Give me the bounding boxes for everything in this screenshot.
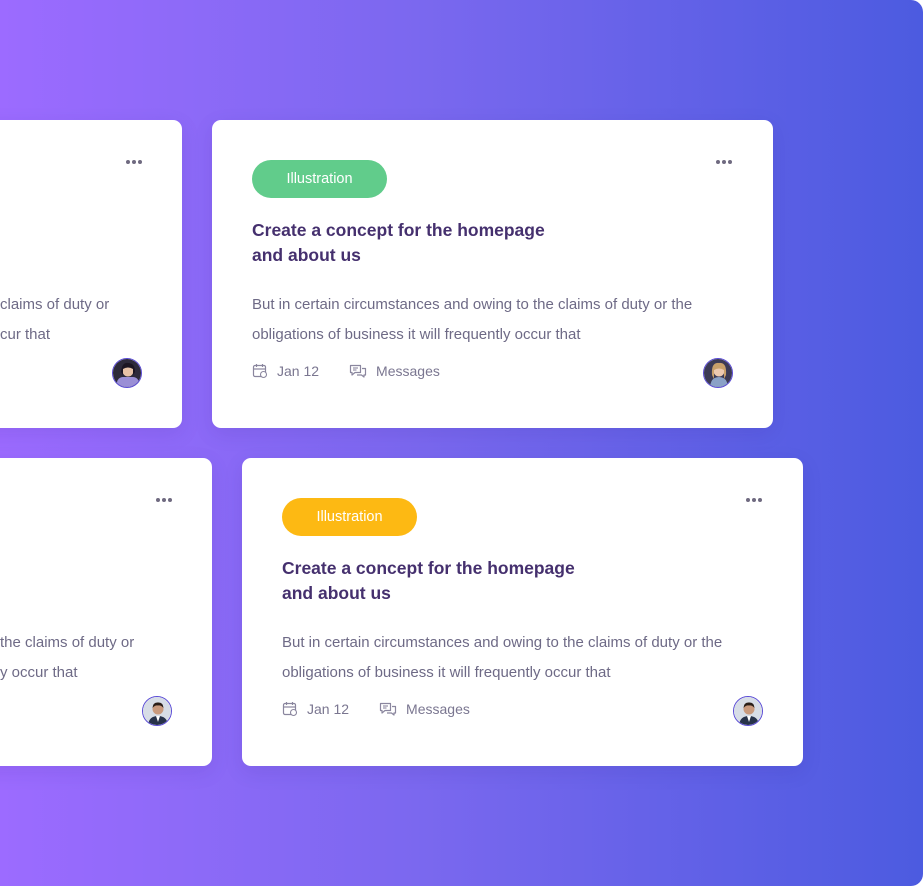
avatar[interactable] (733, 696, 763, 726)
card-description: But in certain circumstances and owing t… (282, 634, 723, 681)
messages-item[interactable]: Messages (349, 363, 440, 379)
more-options-icon[interactable] (156, 498, 176, 504)
avatar[interactable] (142, 696, 172, 726)
messages-label: Messages (406, 701, 470, 717)
chat-icon (349, 364, 367, 378)
avatar-man-icon (734, 697, 762, 725)
task-card[interactable]: Illustration Create a concept for the ho… (242, 458, 803, 766)
messages-label: Messages (376, 363, 440, 379)
card-description: But in certain circumstances and owing t… (252, 296, 693, 343)
calendar-icon (252, 364, 268, 379)
gradient-background: claims of duty or cur that Illustration … (0, 0, 923, 886)
calendar-icon (282, 702, 298, 717)
task-card[interactable]: e the claims of duty or y occur that (0, 458, 212, 766)
card-title[interactable]: e (0, 556, 30, 581)
messages-item[interactable]: Messages (379, 701, 470, 717)
task-card[interactable]: claims of duty or cur that (0, 120, 182, 428)
date-item: Jan 12 (252, 363, 319, 379)
avatar[interactable] (112, 358, 142, 388)
card-title[interactable]: Create a concept for the homepage and ab… (252, 218, 612, 268)
category-tag[interactable]: Illustration (282, 498, 417, 536)
card-description: claims of duty or cur that (0, 296, 110, 343)
date-item: Jan 12 (282, 701, 349, 717)
card-meta: Jan 12 Messages (252, 363, 470, 379)
card-description: the claims of duty or y occur that (0, 634, 135, 681)
avatar-woman-icon (113, 359, 141, 387)
date-label: Jan 12 (307, 701, 350, 717)
avatar-man-icon (143, 697, 171, 725)
date-label: Jan 12 (277, 363, 320, 379)
avatar[interactable] (703, 358, 733, 388)
more-options-icon[interactable] (746, 498, 766, 504)
task-card[interactable]: Illustration Create a concept for the ho… (212, 120, 773, 428)
more-options-icon[interactable] (126, 160, 146, 166)
avatar-woman-icon (704, 359, 732, 387)
card-meta: Jan 12 Messages (282, 701, 500, 717)
card-title[interactable]: Create a concept for the homepage and ab… (282, 556, 642, 606)
category-tag[interactable]: Illustration (252, 160, 387, 198)
chat-icon (379, 702, 397, 716)
more-options-icon[interactable] (716, 160, 736, 166)
